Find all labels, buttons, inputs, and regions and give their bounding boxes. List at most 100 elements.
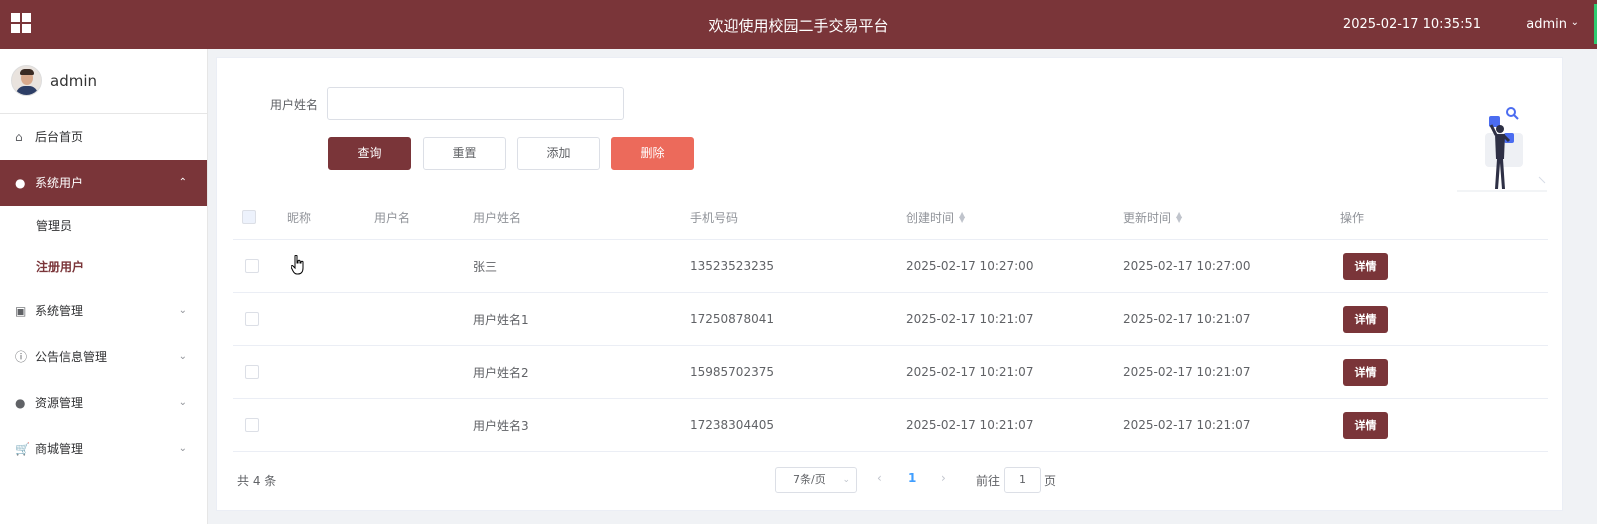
sidebar-item-dashboard[interactable]: ⌂ 后台首页 bbox=[0, 114, 207, 160]
sidebar-subitem-admins[interactable]: 管理员 bbox=[0, 206, 207, 247]
cell-updated: 2025-02-17 10:21:07 bbox=[1123, 365, 1251, 379]
cart-icon: 🛒 bbox=[15, 442, 30, 456]
chevron-down-icon: ⌄ bbox=[178, 443, 187, 454]
image-icon: ▣ bbox=[15, 304, 27, 318]
cell-realname: 用户姓名2 bbox=[473, 365, 529, 380]
top-bar: 欢迎使用校园二手交易平台 2025-02-17 10:35:51 admin ⌄ bbox=[0, 0, 1597, 49]
row-checkbox[interactable] bbox=[245, 259, 259, 273]
sort-icon[interactable]: ▲ ▼ bbox=[959, 211, 965, 224]
goto-page-input[interactable]: 1 bbox=[1004, 467, 1041, 493]
column-header-created[interactable]: 创建时间 ▲ ▼ bbox=[906, 195, 965, 239]
delete-button[interactable]: 删除 bbox=[611, 137, 694, 170]
sidebar-item-label: 资源管理 bbox=[35, 396, 84, 410]
hand-cursor-icon bbox=[291, 255, 304, 275]
select-all-cell bbox=[242, 195, 256, 239]
cell-phone: 17238304405 bbox=[690, 418, 774, 432]
sidebar-item-system-management[interactable]: ▣ 系统管理 ⌄ bbox=[0, 288, 207, 334]
chevron-down-icon: ⌄ bbox=[178, 351, 187, 362]
cell-created: 2025-02-17 10:21:07 bbox=[906, 418, 1034, 432]
table-row: 张三 13523523235 2025-02-17 10:27:00 2025-… bbox=[233, 240, 1548, 293]
reset-button[interactable]: 重置 bbox=[423, 137, 506, 170]
sidebar-user: admin bbox=[0, 49, 207, 114]
chevron-down-icon: ⌄ bbox=[178, 305, 187, 316]
home-icon: ⌂ bbox=[15, 130, 23, 144]
detail-button[interactable]: 详情 bbox=[1343, 358, 1388, 386]
row-checkbox[interactable] bbox=[245, 365, 259, 379]
user-icon: ● bbox=[15, 176, 26, 190]
column-header-label: 更新时间 bbox=[1123, 210, 1172, 225]
row-select-cell bbox=[245, 240, 259, 292]
search-illustration bbox=[1457, 107, 1547, 192]
column-header-realname: 用户姓名 bbox=[473, 210, 522, 225]
column-header-nickname: 昵称 bbox=[287, 210, 312, 225]
add-button[interactable]: 添加 bbox=[517, 137, 600, 170]
column-header-phone: 手机号码 bbox=[690, 210, 739, 225]
column-header-actions: 操作 bbox=[1340, 210, 1365, 225]
main-panel: 用户姓名 查询 重置 添加 删除 昵称 用户名 用户姓名 手机号码 创建时间 ▲ ▼… bbox=[216, 57, 1563, 511]
cell-updated: 2025-02-17 10:21:07 bbox=[1123, 312, 1251, 326]
cell-realname: 张三 bbox=[473, 259, 498, 274]
chevron-down-icon[interactable]: ⌄ bbox=[1571, 17, 1579, 28]
cell-updated: 2025-02-17 10:27:00 bbox=[1123, 259, 1251, 273]
user-menu[interactable]: admin bbox=[1526, 17, 1567, 32]
sidebar-subitem-registered-users[interactable]: 注册用户 bbox=[0, 247, 207, 288]
bulb-icon: ● bbox=[15, 396, 26, 410]
goto-suffix: 页 bbox=[1044, 474, 1057, 488]
sidebar-item-label: 后台首页 bbox=[35, 130, 84, 144]
detail-button[interactable]: 详情 bbox=[1343, 305, 1388, 333]
sidebar-item-system-users[interactable]: ● 系统用户 ⌃ bbox=[0, 160, 207, 206]
detail-button[interactable]: 详情 bbox=[1343, 252, 1388, 280]
sidebar-item-label: 系统管理 bbox=[35, 304, 84, 318]
info-icon: ⓘ bbox=[15, 350, 28, 364]
row-select-cell bbox=[245, 399, 259, 451]
row-checkbox[interactable] bbox=[245, 418, 259, 432]
cell-phone: 13523523235 bbox=[690, 259, 774, 273]
select-all-checkbox[interactable] bbox=[242, 210, 256, 224]
goto-label: 前往 bbox=[976, 474, 1001, 488]
cell-created: 2025-02-17 10:21:07 bbox=[906, 312, 1034, 326]
table-header-row: 昵称 用户名 用户姓名 手机号码 创建时间 ▲ ▼ 更新时间 ▲ ▼ 操作 bbox=[233, 195, 1548, 240]
sidebar-user-name: admin bbox=[50, 72, 97, 90]
sort-icon[interactable]: ▲ ▼ bbox=[1176, 211, 1182, 224]
sidebar-item-label: 系统用户 bbox=[35, 176, 84, 190]
cell-realname: 用户姓名1 bbox=[473, 312, 529, 327]
pagination-total: 共 4 条 bbox=[237, 474, 277, 488]
column-header-updated[interactable]: 更新时间 ▲ ▼ bbox=[1123, 195, 1182, 239]
column-header-label: 创建时间 bbox=[906, 210, 955, 225]
table-row: 用户姓名1 17250878041 2025-02-17 10:21:07 20… bbox=[233, 293, 1548, 346]
search-input[interactable] bbox=[327, 87, 624, 120]
cell-realname: 用户姓名3 bbox=[473, 418, 529, 433]
prev-page-button[interactable]: ‹ bbox=[877, 471, 882, 485]
cell-actions: 详情 bbox=[1343, 293, 1388, 345]
table-row: 用户姓名2 15985702375 2025-02-17 10:21:07 20… bbox=[233, 346, 1548, 399]
page-size-select[interactable]: 7条/页 ⌄ bbox=[775, 467, 857, 493]
sidebar-item-label: 商城管理 bbox=[35, 442, 84, 456]
cell-created: 2025-02-17 10:21:07 bbox=[906, 365, 1034, 379]
search-label: 用户姓名 bbox=[270, 98, 319, 112]
cell-actions: 详情 bbox=[1343, 346, 1388, 398]
cell-created: 2025-02-17 10:27:00 bbox=[906, 259, 1034, 273]
query-button[interactable]: 查询 bbox=[328, 137, 411, 170]
detail-button[interactable]: 详情 bbox=[1343, 411, 1388, 439]
avatar bbox=[11, 65, 42, 96]
chevron-down-icon: ⌄ bbox=[842, 475, 850, 485]
next-page-button[interactable]: › bbox=[941, 471, 946, 485]
cell-phone: 15985702375 bbox=[690, 365, 774, 379]
cell-updated: 2025-02-17 10:21:07 bbox=[1123, 418, 1251, 432]
cell-actions: 详情 bbox=[1343, 240, 1388, 292]
cell-phone: 17250878041 bbox=[690, 312, 774, 326]
chevron-up-icon: ⌃ bbox=[178, 177, 187, 188]
sidebar-item-label: 公告信息管理 bbox=[35, 350, 108, 364]
current-datetime: 2025-02-17 10:35:51 bbox=[1342, 17, 1481, 32]
sidebar-item-announcements[interactable]: ⓘ 公告信息管理 ⌄ bbox=[0, 334, 207, 380]
table-row: 用户姓名3 17238304405 2025-02-17 10:21:07 20… bbox=[233, 399, 1548, 452]
sidebar-item-shop[interactable]: 🛒 商城管理 ⌄ bbox=[0, 426, 207, 472]
column-header-username: 用户名 bbox=[374, 210, 411, 225]
row-checkbox[interactable] bbox=[245, 312, 259, 326]
sidebar: admin ⌂ 后台首页 ● 系统用户 ⌃ 管理员 注册用户 ▣ 系统管理 ⌄ … bbox=[0, 49, 208, 524]
page-number-current[interactable]: 1 bbox=[908, 471, 916, 485]
sidebar-item-resources[interactable]: ● 资源管理 ⌄ bbox=[0, 380, 207, 426]
row-select-cell bbox=[245, 346, 259, 398]
page-size-value: 7条/页 bbox=[793, 473, 826, 486]
cell-actions: 详情 bbox=[1343, 399, 1388, 451]
